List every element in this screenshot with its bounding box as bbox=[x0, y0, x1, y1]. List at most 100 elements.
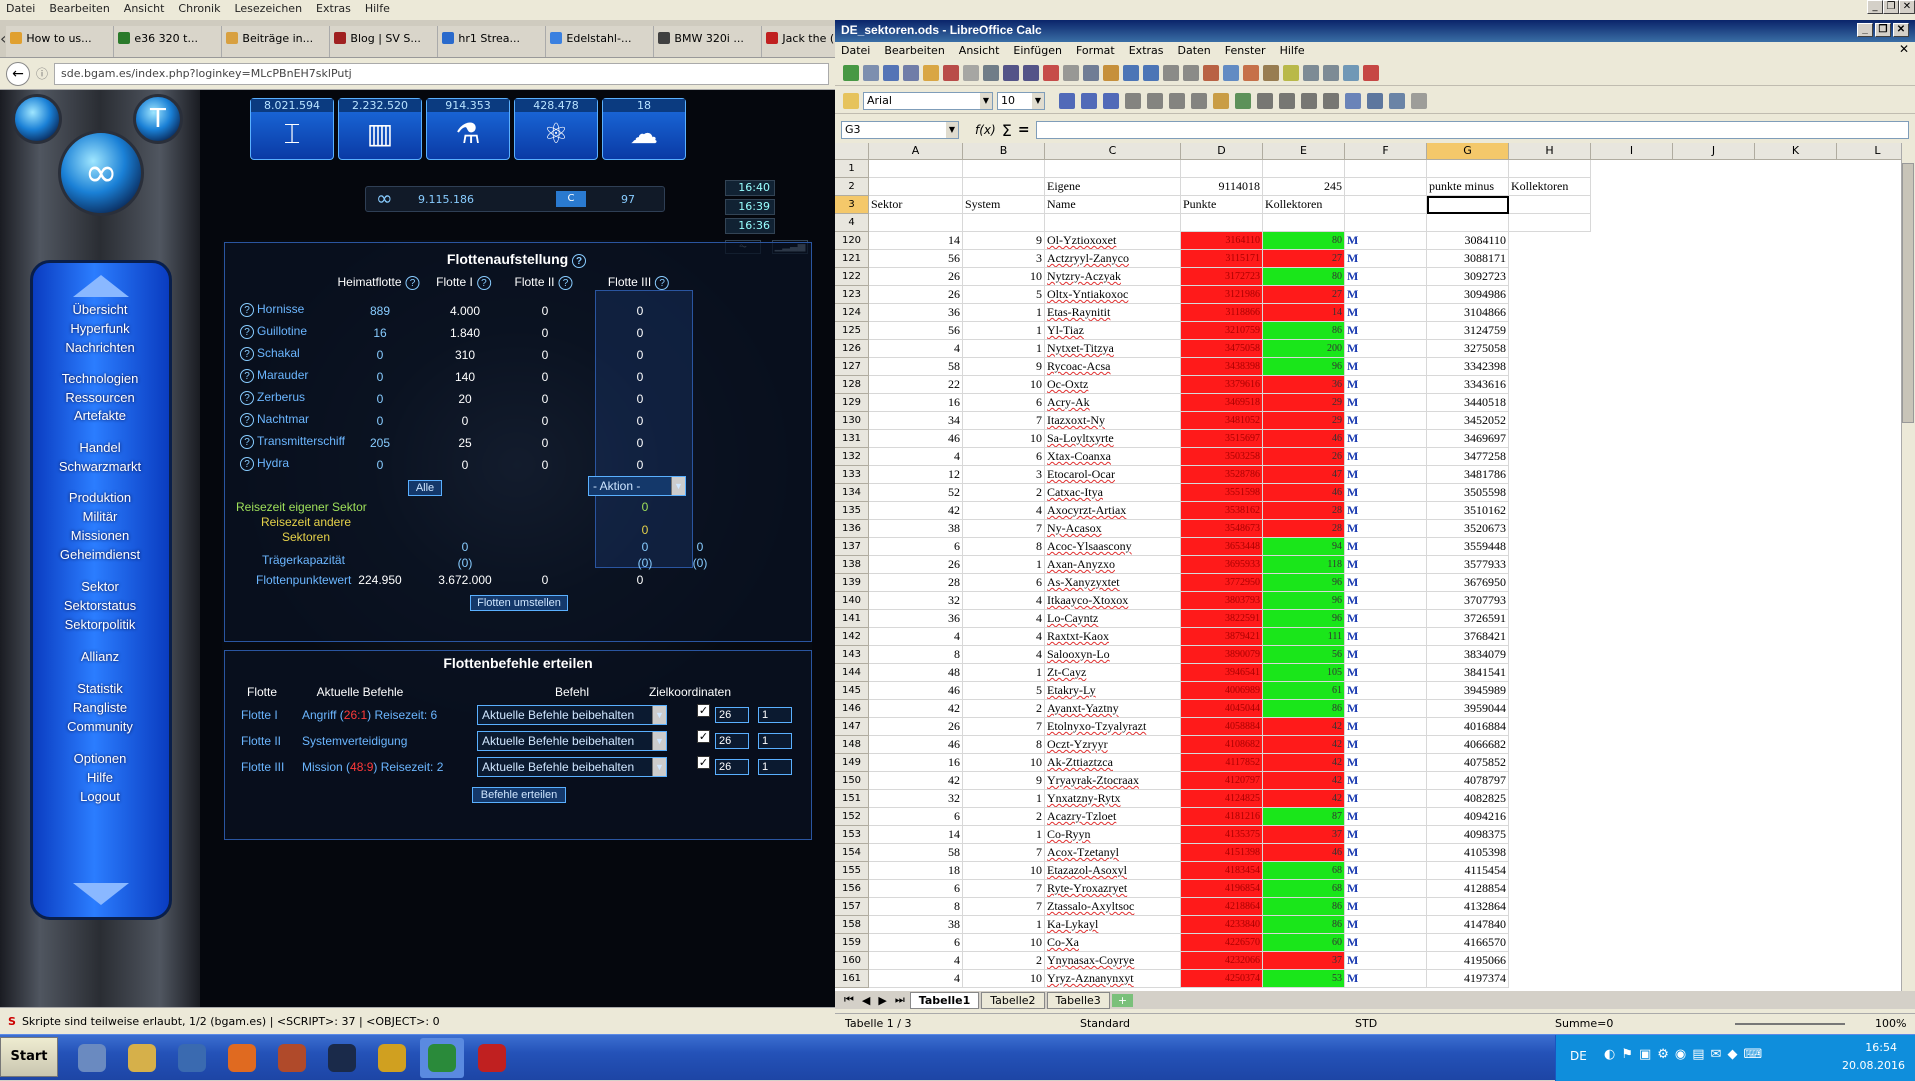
name-cell[interactable]: Itazxoxt-Ny bbox=[1045, 412, 1181, 430]
points-minus-cell[interactable]: 3094986 bbox=[1427, 286, 1509, 304]
sector-cell[interactable]: 56 bbox=[869, 250, 963, 268]
m-cell[interactable]: M bbox=[1345, 682, 1427, 700]
row-header[interactable]: 140 bbox=[835, 592, 869, 610]
format-icon[interactable] bbox=[1103, 92, 1119, 109]
toolbar-icon[interactable] bbox=[843, 64, 859, 81]
row-header[interactable]: 132 bbox=[835, 448, 869, 466]
clock-date[interactable]: 20.08.2016 bbox=[1842, 1059, 1905, 1072]
toolbar-icon[interactable] bbox=[1303, 64, 1319, 81]
points-minus-cell[interactable]: 4082825 bbox=[1427, 790, 1509, 808]
system-cell[interactable]: 7 bbox=[963, 412, 1045, 430]
sector-cell[interactable]: 36 bbox=[869, 304, 963, 322]
ship-count[interactable]: 0 bbox=[505, 304, 585, 318]
row-header[interactable]: 145 bbox=[835, 682, 869, 700]
format-icon[interactable] bbox=[1323, 92, 1339, 109]
help-icon[interactable]: ? bbox=[558, 276, 573, 290]
nav-link[interactable]: Nachrichten bbox=[40, 340, 160, 356]
help-icon[interactable]: ? bbox=[240, 413, 254, 427]
nav-link[interactable]: Hyperfunk bbox=[40, 321, 160, 337]
system-cell[interactable]: 10 bbox=[963, 268, 1045, 286]
namebox-dropdown-icon[interactable]: ▼ bbox=[946, 122, 958, 138]
points-cell[interactable]: 3695933 bbox=[1181, 556, 1263, 574]
m-cell[interactable]: M bbox=[1345, 826, 1427, 844]
maximize-button[interactable]: ❐ bbox=[1875, 23, 1891, 37]
collectors-cell[interactable]: 53 bbox=[1263, 970, 1345, 988]
sheet-cell[interactable] bbox=[869, 214, 963, 232]
system-cell[interactable]: 1 bbox=[963, 322, 1045, 340]
taskbar-app-icon[interactable] bbox=[470, 1038, 514, 1078]
calc-menu-item[interactable]: Format bbox=[1076, 44, 1115, 58]
sheet-tab[interactable]: Tabelle2 bbox=[981, 991, 1045, 1009]
collectors-cell[interactable]: 28 bbox=[1263, 520, 1345, 538]
row-header[interactable]: 121 bbox=[835, 250, 869, 268]
menu-extras[interactable]: Extras bbox=[316, 2, 351, 18]
system-cell[interactable]: 4 bbox=[963, 610, 1045, 628]
ff-close-button[interactable]: ✕ bbox=[1899, 0, 1915, 14]
points-cell[interactable]: 3481052 bbox=[1181, 412, 1263, 430]
points-cell[interactable]: 4183454 bbox=[1181, 862, 1263, 880]
help-icon[interactable]: ? bbox=[240, 435, 254, 449]
sector-cell[interactable]: 42 bbox=[869, 772, 963, 790]
browser-tab[interactable]: Beiträge in... bbox=[222, 26, 331, 57]
toolbar-icon[interactable] bbox=[1263, 64, 1279, 81]
collectors-cell[interactable]: 42 bbox=[1263, 772, 1345, 790]
system-cell[interactable]: 2 bbox=[963, 700, 1045, 718]
points-minus-cell[interactable]: 3726591 bbox=[1427, 610, 1509, 628]
help-icon[interactable]: ? bbox=[240, 347, 254, 361]
taskbar-app-icon[interactable] bbox=[170, 1038, 214, 1078]
collectors-cell[interactable]: 14 bbox=[1263, 304, 1345, 322]
collectors-cell[interactable]: 86 bbox=[1263, 916, 1345, 934]
toolbar-icon[interactable] bbox=[963, 64, 979, 81]
m-cell[interactable]: M bbox=[1345, 430, 1427, 448]
toolbar-icon[interactable] bbox=[863, 64, 879, 81]
points-cell[interactable]: 3469518 bbox=[1181, 394, 1263, 412]
sheet-cell[interactable] bbox=[1263, 160, 1345, 178]
system-cell[interactable]: 9 bbox=[963, 772, 1045, 790]
target-x-input[interactable] bbox=[715, 733, 749, 749]
sheet-cell[interactable] bbox=[1509, 160, 1591, 178]
target-y-input[interactable] bbox=[758, 733, 792, 749]
order-checkbox[interactable]: ✓ bbox=[697, 756, 710, 769]
sheet-nav-icon[interactable]: ▶ bbox=[875, 994, 889, 1007]
format-icon[interactable] bbox=[1411, 92, 1427, 109]
toolbar-icon[interactable] bbox=[1083, 64, 1099, 81]
format-icon[interactable] bbox=[1059, 92, 1075, 109]
sheet-cell[interactable] bbox=[1181, 160, 1263, 178]
points-minus-cell[interactable]: 4166570 bbox=[1427, 934, 1509, 952]
name-cell[interactable]: Nytzry-Aczyak bbox=[1045, 268, 1181, 286]
name-cell[interactable]: Ny-Acasox bbox=[1045, 520, 1181, 538]
row-header[interactable]: 143 bbox=[835, 646, 869, 664]
sector-cell[interactable]: 4 bbox=[869, 952, 963, 970]
m-cell[interactable]: M bbox=[1345, 466, 1427, 484]
sector-cell[interactable]: 4 bbox=[869, 970, 963, 988]
nav-link[interactable]: Missionen bbox=[40, 528, 160, 544]
m-cell[interactable]: M bbox=[1345, 952, 1427, 970]
m-cell[interactable]: M bbox=[1345, 790, 1427, 808]
collectors-cell[interactable]: 29 bbox=[1263, 412, 1345, 430]
collectors-cell[interactable]: 42 bbox=[1263, 718, 1345, 736]
points-cell[interactable]: 4045044 bbox=[1181, 700, 1263, 718]
ship-count[interactable]: 0 bbox=[600, 414, 680, 428]
collectors-cell[interactable]: 96 bbox=[1263, 610, 1345, 628]
points-minus-cell[interactable]: 4098375 bbox=[1427, 826, 1509, 844]
m-cell[interactable]: M bbox=[1345, 934, 1427, 952]
sector-cell[interactable]: 8 bbox=[869, 898, 963, 916]
m-cell[interactable]: M bbox=[1345, 754, 1427, 772]
menu-bearbeiten[interactable]: Bearbeiten bbox=[49, 2, 109, 18]
m-cell[interactable]: M bbox=[1345, 376, 1427, 394]
toolbar-icon[interactable] bbox=[1223, 64, 1239, 81]
toolbar-icon[interactable] bbox=[883, 64, 899, 81]
m-cell[interactable]: M bbox=[1345, 898, 1427, 916]
toolbar-icon[interactable] bbox=[1043, 64, 1059, 81]
row-header[interactable]: 146 bbox=[835, 700, 869, 718]
menu-ansicht[interactable]: Ansicht bbox=[124, 2, 165, 18]
sector-cell[interactable]: 6 bbox=[869, 808, 963, 826]
column-header[interactable]: C bbox=[1045, 143, 1181, 160]
points-minus-cell[interactable]: 3124759 bbox=[1427, 322, 1509, 340]
collectors-cell[interactable]: 27 bbox=[1263, 286, 1345, 304]
scroll-thumb[interactable] bbox=[1902, 163, 1914, 423]
sector-cell[interactable]: 4 bbox=[869, 448, 963, 466]
sheet-cell[interactable] bbox=[869, 178, 963, 196]
name-cell[interactable]: Oltx-Yntiakoxoc bbox=[1045, 286, 1181, 304]
points-cell[interactable]: 3653448 bbox=[1181, 538, 1263, 556]
